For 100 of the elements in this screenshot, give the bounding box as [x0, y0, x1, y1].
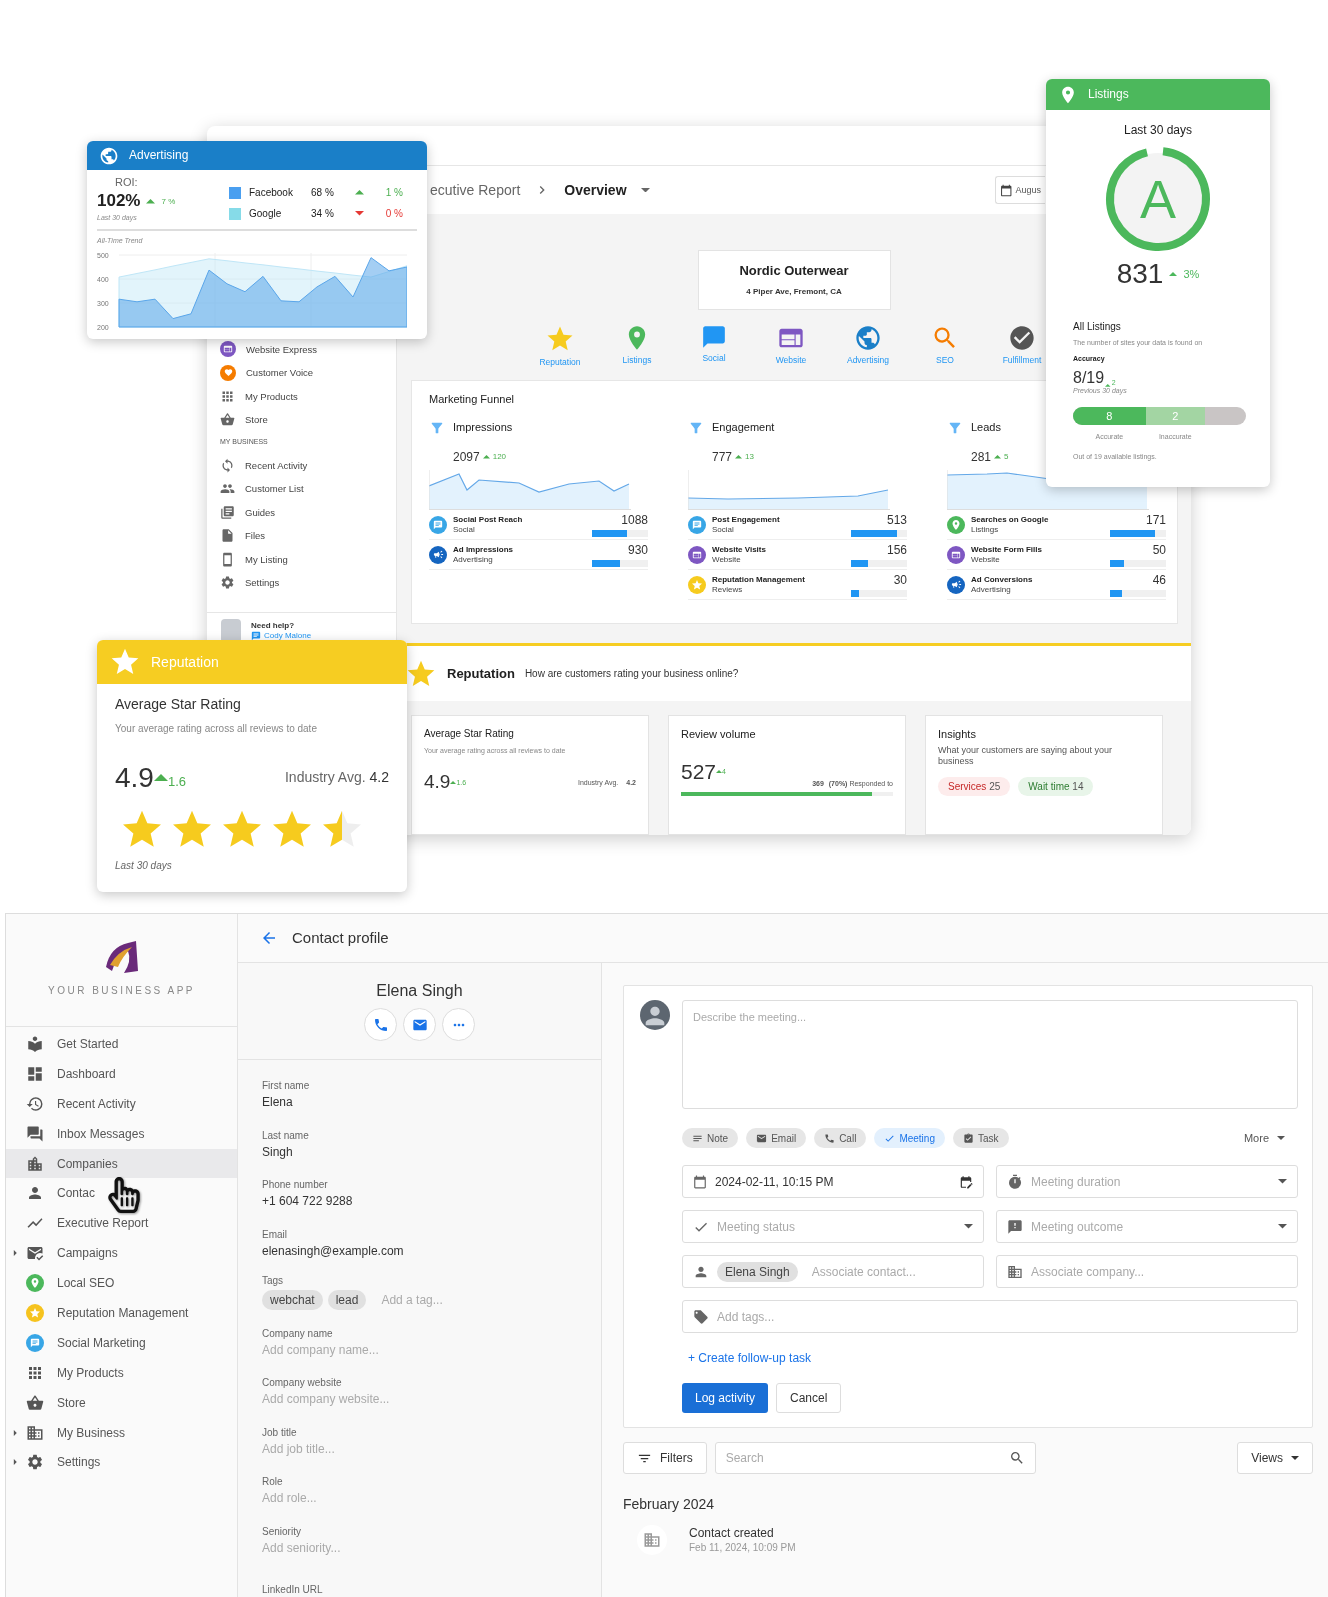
metric-name: Searches on Google — [971, 515, 1050, 525]
filters-button[interactable]: Filters — [623, 1442, 707, 1474]
input-field[interactable]: Add a tag... — [379, 1292, 577, 1309]
caret-icon — [1291, 1456, 1299, 1460]
date-button[interactable]: Augus — [995, 176, 1045, 204]
metric-name: Website Visits — [712, 545, 767, 555]
metric-name: Website Form Fills — [971, 545, 1043, 555]
dashboard-icon — [26, 1064, 44, 1083]
card-title: Listings — [1088, 87, 1129, 102]
tag-chip[interactable]: webchat — [262, 1290, 323, 1311]
metric-source: Social — [453, 524, 476, 535]
views-dropdown[interactable]: Views — [1237, 1442, 1313, 1474]
field-value: elenasingh@example.com — [262, 1243, 405, 1258]
sidebar-item[interactable]: My Products — [207, 388, 396, 404]
avatar-icon — [640, 1000, 670, 1030]
nav-item[interactable]: Contac — [6, 1178, 237, 1209]
input-field[interactable]: Add company name... — [262, 1342, 577, 1357]
period-label: Last 30 days — [115, 860, 173, 873]
metric-source: Social — [712, 524, 735, 535]
photo-placeholder — [221, 619, 241, 643]
input-field[interactable]: Elena Singh Associate contact... — [682, 1255, 984, 1288]
stage-change: 13 — [745, 452, 754, 462]
field-label: Tags — [262, 1275, 285, 1288]
nav-item[interactable]: Campaigns — [6, 1238, 237, 1269]
sidebar-item[interactable]: Store — [207, 411, 396, 428]
mail-icon — [26, 1244, 44, 1263]
nav-item[interactable]: Social Marketing — [6, 1327, 237, 1358]
input-field[interactable]: Add job title... — [262, 1441, 577, 1456]
volume-value: 527 — [681, 759, 717, 785]
grade-letter: A — [1140, 172, 1176, 227]
activity-type-chip[interactable]: Task — [952, 1128, 1009, 1148]
caret-icon — [640, 187, 650, 193]
more-dropdown[interactable]: More — [1230, 1123, 1298, 1153]
insight-tag[interactable]: Services 25 — [938, 776, 1011, 796]
nav-item[interactable]: Local SEO — [6, 1268, 237, 1298]
sidebar-item[interactable]: My Listing — [207, 551, 396, 567]
description-field[interactable]: Describe the meeting... — [682, 1000, 1298, 1109]
input-field[interactable]: Add role... — [262, 1491, 577, 1506]
activity-type-chip[interactable]: Meeting — [874, 1128, 945, 1148]
nav-item[interactable]: Companies — [6, 1148, 237, 1179]
input-field[interactable]: Add seniority... — [262, 1540, 577, 1555]
rating-value: 4.9 — [115, 760, 154, 795]
sidebar-item[interactable]: Customer List — [207, 480, 396, 497]
metric-value: 171 — [1144, 513, 1166, 528]
nav-item[interactable]: Settings — [6, 1447, 237, 1478]
tag-chip[interactable]: lead — [327, 1290, 367, 1311]
cancel-button[interactable]: Cancel — [776, 1383, 842, 1413]
sidebar-item[interactable]: Customer Voice — [207, 364, 396, 381]
input-field[interactable]: 2024-02-11, 10:15 PM — [682, 1165, 984, 1198]
website-icon — [220, 341, 236, 357]
sidebar-item[interactable]: Website Express — [207, 341, 396, 357]
globe-icon — [854, 323, 882, 352]
log-activity-button[interactable]: Log activity — [682, 1383, 769, 1413]
nav-item[interactable]: Get Started — [6, 1029, 237, 1059]
field-label: First name — [262, 1080, 311, 1093]
stage-change: 120 — [492, 452, 507, 462]
metric-source: Website — [971, 554, 1001, 565]
field-label: LinkedIn URL — [262, 1583, 324, 1596]
business-name: Nordic Outerwear — [739, 263, 849, 279]
sidebar-item[interactable]: Guides — [207, 504, 396, 520]
bar-segment: 2 — [1145, 407, 1205, 426]
input-field[interactable]: Add company website... — [262, 1392, 577, 1407]
funnel-icon — [429, 420, 445, 436]
nav-item[interactable]: My Business — [6, 1417, 237, 1448]
help-title: Need help? — [251, 621, 296, 631]
nav-item[interactable]: Reputation Management — [6, 1298, 237, 1328]
follow-up-link[interactable]: + Create follow-up task — [682, 1351, 818, 1365]
sidebar-item[interactable]: Settings — [207, 574, 396, 591]
metric-source: Listings — [971, 524, 1000, 535]
sidebar-item[interactable]: Files — [207, 527, 396, 544]
phone-icon[interactable] — [364, 1008, 397, 1042]
sidebar-item[interactable]: Recent Activity — [207, 457, 396, 473]
activity-type-chip[interactable]: Email — [746, 1128, 807, 1148]
activity-type-chip[interactable]: Note — [682, 1128, 739, 1148]
contact-chip[interactable]: Elena Singh — [717, 1261, 798, 1282]
clipboard-icon — [962, 1132, 974, 1144]
metric-name: Reputation Management — [712, 575, 806, 585]
star-icon — [223, 810, 261, 849]
basket-icon — [26, 1393, 44, 1412]
insight-tag[interactable]: Wait time 14 — [1018, 776, 1094, 796]
funnel-icon — [947, 420, 963, 436]
breadcrumb-link[interactable]: ecutive Report — [430, 181, 521, 199]
activity-type-chip[interactable]: Call — [814, 1128, 867, 1148]
up-arrow-icon — [716, 770, 723, 774]
nav-item[interactable]: Recent Activity — [6, 1088, 237, 1119]
nav-item[interactable]: Store — [6, 1387, 237, 1418]
metric-value: 50 — [1151, 543, 1166, 558]
field-value: Singh — [262, 1144, 294, 1159]
calendar-icon[interactable] — [959, 1174, 973, 1189]
nav-item[interactable]: Executive Report — [6, 1208, 237, 1239]
score-change: 3% — [1183, 267, 1200, 281]
nav-item[interactable]: My Products — [6, 1357, 237, 1388]
up-arrow-icon — [450, 781, 457, 785]
nav-item[interactable]: Inbox Messages — [6, 1118, 237, 1149]
chat-icon — [26, 1333, 44, 1352]
mail-icon[interactable] — [403, 1008, 436, 1042]
rating-change: 1.6 — [167, 773, 186, 790]
metric-value: 1088 — [620, 513, 648, 528]
breadcrumb-current: Overview — [564, 181, 627, 199]
nav-item[interactable]: Dashboard — [6, 1058, 237, 1089]
